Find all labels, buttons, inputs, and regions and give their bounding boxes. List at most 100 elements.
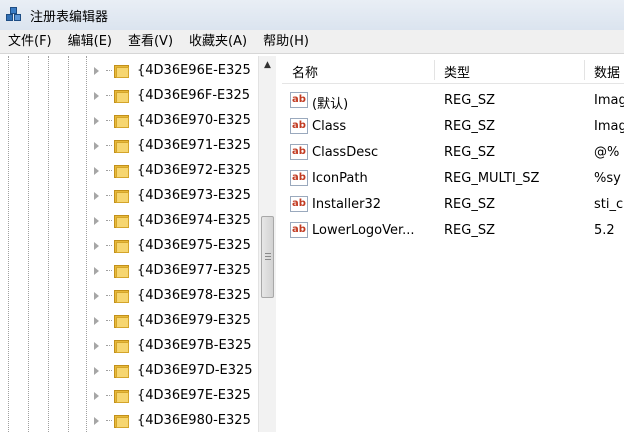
expand-arrow-icon[interactable] <box>92 66 102 76</box>
expand-arrow-icon[interactable] <box>92 391 102 401</box>
tree-guide-line <box>86 56 87 432</box>
registry-values-list: 名称 类型 数据 ab (默认) REG_SZ Imag ab Class REG_SZ Im… <box>282 56 624 432</box>
expand-arrow-icon[interactable] <box>92 266 102 276</box>
menu-favorites[interactable]: 收藏夹(A) <box>181 30 255 54</box>
string-value-icon: ab <box>290 170 308 186</box>
tree-item-label: {4D36E970-E325 <box>137 113 251 128</box>
folder-icon <box>114 187 131 204</box>
list-item[interactable]: ab Class REG_SZ Imag <box>282 114 624 140</box>
tree-item-label: {4D36E980-E325 <box>137 413 251 428</box>
value-type: REG_MULTI_SZ <box>444 171 540 186</box>
menu-bar: 文件(F) 编辑(E) 查看(V) 收藏夹(A) 帮助(H) <box>0 30 624 54</box>
value-type: REG_SZ <box>444 93 495 108</box>
tree-guide-line <box>8 56 9 432</box>
tree-scrollbar[interactable]: ▲ <box>258 56 276 432</box>
tree-item[interactable]: {4D36E977-E325 <box>92 258 258 283</box>
expand-arrow-icon[interactable] <box>92 366 102 376</box>
expand-arrow-icon[interactable] <box>92 341 102 351</box>
value-data: 5.2 <box>594 223 615 238</box>
tree-item-label: {4D36E973-E325 <box>137 188 251 203</box>
list-item[interactable]: ab (默认) REG_SZ Imag <box>282 88 624 114</box>
folder-icon <box>114 262 131 279</box>
scroll-up-arrow-icon[interactable]: ▲ <box>259 56 276 74</box>
expand-arrow-icon[interactable] <box>92 241 102 251</box>
value-data: %sy <box>594 171 621 186</box>
expand-arrow-icon[interactable] <box>92 91 102 101</box>
list-item[interactable]: ab IconPath REG_MULTI_SZ %sy <box>282 166 624 192</box>
expand-arrow-icon[interactable] <box>92 166 102 176</box>
menu-view[interactable]: 查看(V) <box>120 30 181 54</box>
value-name: IconPath <box>312 171 368 186</box>
menu-file[interactable]: 文件(F) <box>0 30 60 54</box>
expand-arrow-icon[interactable] <box>92 416 102 426</box>
tree-item[interactable]: {4D36E974-E325 <box>92 208 258 233</box>
string-value-icon: ab <box>290 144 308 160</box>
string-value-icon: ab <box>290 92 308 108</box>
value-data: @% <box>594 145 620 160</box>
tree-item[interactable]: {4D36E978-E325 <box>92 283 258 308</box>
tree-item[interactable]: {4D36E96F-E325 <box>92 83 258 108</box>
value-type: REG_SZ <box>444 119 495 134</box>
tree-item[interactable]: {4D36E97D-E325 <box>92 358 258 383</box>
folder-icon <box>114 287 131 304</box>
tree-item[interactable]: {4D36E975-E325 <box>92 233 258 258</box>
tree-item-label: {4D36E96F-E325 <box>137 88 251 103</box>
folder-icon <box>114 312 131 329</box>
expand-arrow-icon[interactable] <box>92 191 102 201</box>
registry-editor-icon <box>6 6 24 24</box>
folder-icon <box>114 162 131 179</box>
folder-icon <box>114 87 131 104</box>
tree-item[interactable]: {4D36E972-E325 <box>92 158 258 183</box>
menu-edit[interactable]: 编辑(E) <box>60 30 120 54</box>
string-value-icon: ab <box>290 118 308 134</box>
scroll-thumb[interactable] <box>261 216 274 298</box>
folder-icon <box>114 62 131 79</box>
menu-help[interactable]: 帮助(H) <box>255 30 317 54</box>
value-name: LowerLogoVer... <box>312 223 415 238</box>
column-header-data[interactable]: 数据 <box>594 62 620 81</box>
list-item[interactable]: ab ClassDesc REG_SZ @% <box>282 140 624 166</box>
tree-item[interactable]: {4D36E970-E325 <box>92 108 258 133</box>
expand-arrow-icon[interactable] <box>92 216 102 226</box>
value-type: REG_SZ <box>444 223 495 238</box>
folder-icon <box>114 112 131 129</box>
tree-item[interactable]: {4D36E97E-E325 <box>92 383 258 408</box>
value-type: REG_SZ <box>444 197 495 212</box>
folder-icon <box>114 412 131 429</box>
expand-arrow-icon[interactable] <box>92 291 102 301</box>
expand-arrow-icon[interactable] <box>92 141 102 151</box>
tree-guide-line <box>68 56 69 432</box>
folder-icon <box>114 137 131 154</box>
tree-guide-line <box>48 56 49 432</box>
tree-item[interactable]: {4D36E980-E325 <box>92 408 258 432</box>
expand-arrow-icon[interactable] <box>92 116 102 126</box>
list-header: 名称 类型 数据 <box>282 56 624 84</box>
tree-item-label: {4D36E975-E325 <box>137 238 251 253</box>
column-divider[interactable] <box>434 60 435 80</box>
value-name: (默认) <box>312 97 349 112</box>
tree-item-label: {4D36E971-E325 <box>137 138 251 153</box>
column-header-name[interactable]: 名称 <box>292 62 318 81</box>
tree-item[interactable]: {4D36E96E-E325 <box>92 58 258 83</box>
folder-icon <box>114 362 131 379</box>
tree-item-label: {4D36E979-E325 <box>137 313 251 328</box>
value-data: Imag <box>594 93 624 108</box>
column-divider[interactable] <box>584 60 585 80</box>
list-item[interactable]: ab Installer32 REG_SZ sti_c <box>282 192 624 218</box>
tree-item-label: {4D36E96E-E325 <box>137 63 251 78</box>
tree-guide-line <box>28 56 29 432</box>
tree-item[interactable]: {4D36E979-E325 <box>92 308 258 333</box>
folder-icon <box>114 212 131 229</box>
value-type: REG_SZ <box>444 145 495 160</box>
column-header-type[interactable]: 类型 <box>444 62 470 81</box>
expand-arrow-icon[interactable] <box>92 316 102 326</box>
tree-item-label: {4D36E978-E325 <box>137 288 251 303</box>
title-bar: 注册表编辑器 <box>0 0 624 30</box>
value-data: sti_c <box>594 197 624 212</box>
tree-item-label: {4D36E974-E325 <box>137 213 251 228</box>
tree-item[interactable]: {4D36E973-E325 <box>92 183 258 208</box>
tree-item[interactable]: {4D36E97B-E325 <box>92 333 258 358</box>
tree-item[interactable]: {4D36E971-E325 <box>92 133 258 158</box>
registry-key-tree[interactable]: {4D36E96E-E325 {4D36E96F-E325 {4D36E970-E3… <box>0 56 276 432</box>
list-item[interactable]: ab LowerLogoVer... REG_SZ 5.2 <box>282 218 624 244</box>
